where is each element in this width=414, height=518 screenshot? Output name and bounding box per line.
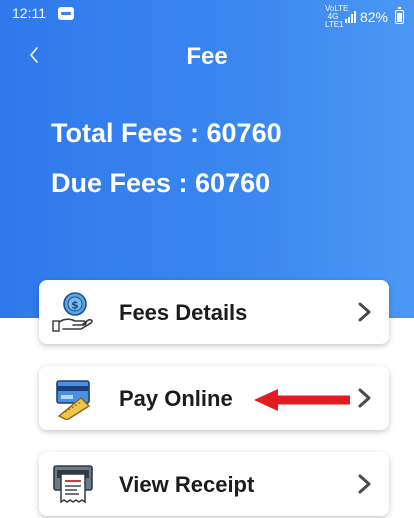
due-fees-text: Due Fees : 60760 (51, 168, 271, 198)
page-title: Fee (186, 43, 228, 70)
view-receipt-card[interactable]: View Receipt (39, 452, 389, 516)
fees-details-card[interactable]: $ Fees Details (39, 280, 389, 344)
status-bar: 12:11 VoLTE 4G LTE1 82% (0, 0, 414, 29)
chevron-right-icon (358, 302, 371, 322)
notification-app-icon (58, 7, 74, 20)
fees-details-label: Fees Details (119, 300, 248, 325)
view-receipt-label: View Receipt (119, 472, 255, 497)
battery-percent: 82% (359, 9, 388, 25)
chevron-right-icon (358, 388, 371, 408)
status-time: 12:11 (12, 5, 46, 21)
pay-online-label: Pay Online (119, 386, 233, 411)
svg-text:$: $ (71, 299, 79, 312)
fees-details-icon: $ (52, 292, 93, 332)
pay-online-icon (56, 380, 91, 420)
chevron-right-icon (358, 474, 371, 494)
status-right: VoLTE 4G LTE1 82% (325, 5, 404, 29)
battery-icon (395, 7, 404, 24)
total-fees-text: Total Fees : 60760 (51, 118, 282, 148)
view-receipt-icon (53, 465, 93, 504)
network-type-label: VoLTE 4G LTE1 (324, 4, 349, 29)
red-arrow-icon (254, 389, 350, 411)
